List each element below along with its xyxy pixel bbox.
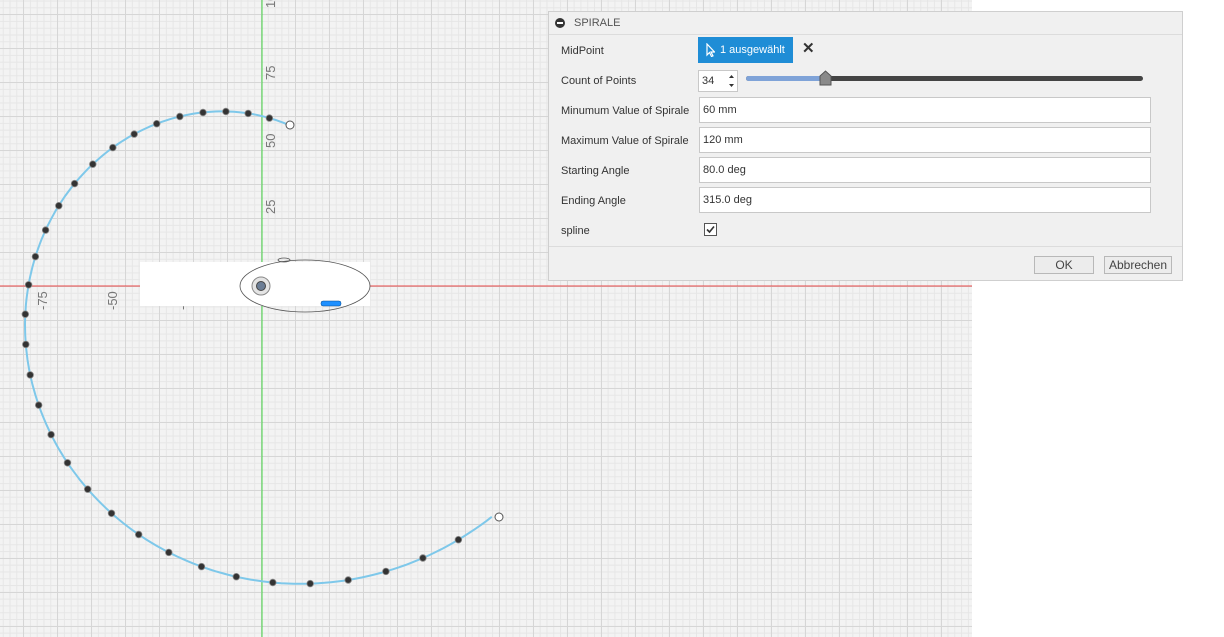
count-label: Count of Points [561, 75, 637, 87]
spiral-start-endpoint[interactable] [285, 120, 295, 130]
spiral-point[interactable] [41, 226, 50, 234]
spiral-point[interactable] [244, 109, 252, 118]
end-angle-label: Ending Angle [561, 195, 626, 207]
spiral-point[interactable] [55, 201, 63, 210]
spiral-point[interactable] [419, 554, 427, 562]
start-angle-label: Starting Angle [561, 165, 630, 177]
spiral-point[interactable] [130, 130, 138, 138]
spiral-point[interactable] [31, 252, 40, 261]
spline-label: spline [561, 225, 590, 237]
spiral-point[interactable] [70, 179, 79, 188]
midpoint-button-label: 1 ausgewählt [720, 44, 785, 56]
spiral-point[interactable] [109, 143, 117, 152]
spiral-point[interactable] [107, 509, 116, 517]
count-slider-fill [746, 76, 826, 81]
spin-up-icon[interactable] [727, 72, 736, 81]
y-axis-tick-label: 100 [263, 0, 278, 8]
max-value-label: Maximum Value of Spirale [561, 135, 689, 147]
min-value-input[interactable] [699, 97, 1151, 123]
spiral-point[interactable] [89, 160, 97, 168]
spiral-point[interactable] [83, 485, 92, 493]
spiral-point[interactable] [176, 112, 184, 121]
midpoint-select-button[interactable]: 1 ausgewählt [698, 37, 793, 63]
manipulator-handle-selected[interactable] [320, 300, 342, 307]
spiral-point[interactable] [24, 281, 33, 289]
spiral-curve[interactable] [23, 110, 493, 585]
count-value: 34 [702, 75, 715, 87]
max-value-input[interactable] [699, 127, 1151, 153]
spiral-point[interactable] [454, 536, 463, 544]
spiral-point[interactable] [22, 340, 30, 349]
spiral-point[interactable] [134, 530, 143, 539]
x-axis-tick-label: -75 [35, 291, 50, 310]
spiral-point[interactable] [265, 114, 274, 122]
midpoint-label: MidPoint [561, 45, 604, 57]
spiral-point[interactable] [382, 567, 390, 576]
checkmark-icon [706, 225, 715, 234]
spiral-point[interactable] [199, 108, 207, 117]
count-slider-thumb[interactable] [819, 70, 832, 86]
end-angle-input[interactable] [699, 187, 1151, 213]
spiral-point[interactable] [165, 548, 173, 557]
spiral-point[interactable] [222, 107, 230, 116]
midpoint-marker[interactable] [256, 281, 266, 291]
ok-button[interactable]: OK [1034, 256, 1094, 274]
spiral-end-endpoint[interactable] [494, 512, 504, 522]
spiral-point[interactable] [35, 401, 43, 409]
dialog-footer-divider [549, 246, 1182, 247]
clear-selection-icon[interactable]: ✕ [802, 41, 815, 56]
spline-checkbox[interactable] [704, 223, 717, 236]
spiral-point[interactable] [306, 579, 314, 588]
dialog-title: SPIRALE [574, 17, 621, 29]
spiral-point[interactable] [26, 371, 34, 379]
spiral-points [21, 107, 463, 588]
spirale-dialog: SPIRALE MidPoint 1 ausgewählt ✕ Count of… [548, 11, 1183, 281]
spin-down-icon[interactable] [727, 81, 736, 90]
start-angle-input[interactable] [699, 157, 1151, 183]
spiral-point[interactable] [63, 459, 72, 467]
collapse-icon[interactable] [555, 18, 565, 28]
cancel-button[interactable]: Abbrechen [1104, 256, 1172, 274]
y-axis-tick-label: 25 [263, 200, 278, 214]
y-axis-tick-label: 75 [263, 66, 278, 80]
min-value-label: Minumum Value of Spirale [561, 105, 690, 117]
spiral-point[interactable] [47, 430, 55, 439]
spiral-point[interactable] [152, 119, 161, 128]
dialog-header: SPIRALE [549, 12, 1182, 35]
x-axis-tick-label: -50 [105, 291, 120, 310]
spiral-point[interactable] [197, 562, 206, 571]
y-axis-tick-label: 50 [263, 134, 278, 148]
spiral-point[interactable] [21, 310, 29, 318]
count-stepper[interactable]: 34 [698, 70, 738, 92]
spiral-point[interactable] [232, 573, 240, 581]
spiral-point[interactable] [269, 578, 277, 587]
cursor-icon [706, 43, 715, 57]
spiral-point[interactable] [344, 576, 352, 584]
count-slider-track[interactable] [746, 76, 1143, 81]
